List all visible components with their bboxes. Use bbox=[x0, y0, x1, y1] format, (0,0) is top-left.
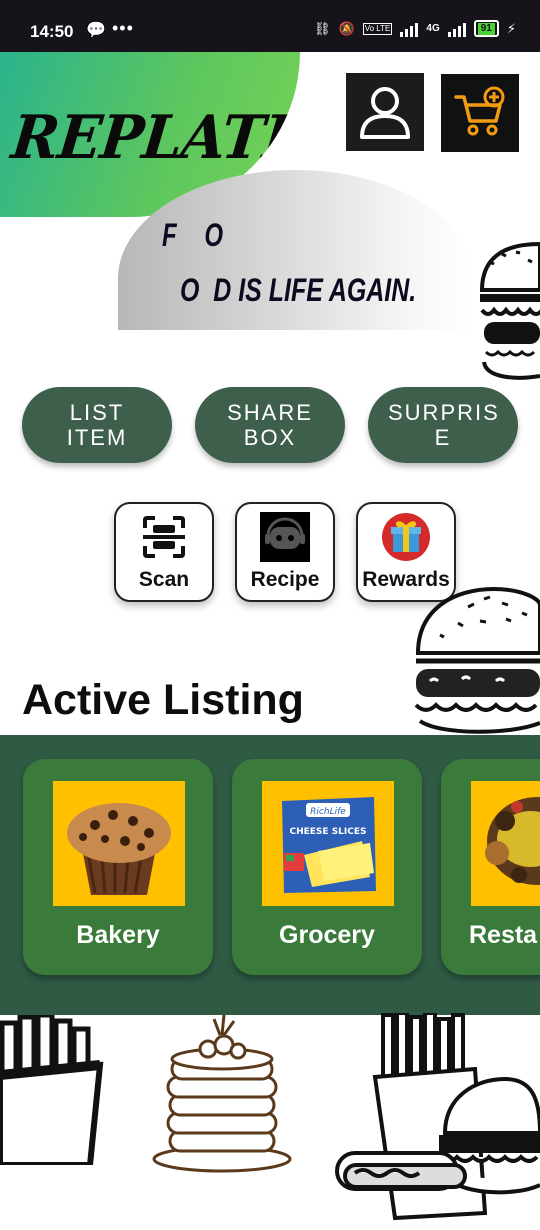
status-icons: ⛓ 🔕 Vo LTE 4G 91 ⚡ bbox=[314, 20, 516, 37]
restaurant-food-image bbox=[471, 781, 540, 906]
pancake-stack-doodle bbox=[152, 1014, 292, 1173]
recipe-label: Recipe bbox=[250, 568, 320, 591]
package-text: CHEESE SLICES bbox=[290, 827, 367, 837]
cheese-slices-image: RichLife CHEESE SLICES bbox=[262, 781, 394, 906]
package-brand: RichLife bbox=[310, 807, 346, 817]
more-notifications-icon: ••• bbox=[112, 18, 134, 38]
list-item-label: LIST ITEM bbox=[66, 400, 128, 450]
chatbot-icon bbox=[260, 512, 310, 562]
charging-icon: ⚡ bbox=[506, 20, 516, 36]
mute-icon: 🔕 bbox=[338, 20, 355, 36]
category-card-grocery[interactable]: RichLife CHEESE SLICES Grocery bbox=[232, 759, 422, 975]
battery-icon: 91 bbox=[473, 20, 499, 37]
status-bar: 14:50 💬 ••• ⛓ 🔕 Vo LTE 4G 91 ⚡ bbox=[0, 0, 540, 52]
fries-doodle bbox=[0, 1015, 104, 1165]
scan-label: Scan bbox=[138, 568, 190, 591]
category-card-bakery[interactable]: Bakery bbox=[23, 759, 213, 975]
burger-doodle bbox=[479, 241, 540, 380]
tagline-line1: F O bbox=[162, 217, 234, 253]
active-listing-carousel[interactable]: Bakery RichLife CHEESE SLICES Grocery Re… bbox=[0, 735, 540, 1015]
volte-icon: Vo LTE bbox=[362, 22, 393, 35]
network-type: 4G bbox=[426, 23, 440, 34]
burger-doodle-large bbox=[414, 586, 540, 734]
status-time: 14:50 bbox=[30, 22, 74, 41]
surprise-button[interactable]: SURPRIS E bbox=[368, 387, 518, 463]
link-icon: ⛓ bbox=[314, 20, 331, 36]
profile-button[interactable] bbox=[346, 73, 424, 151]
gift-icon bbox=[381, 512, 431, 562]
list-item-button[interactable]: LIST ITEM bbox=[22, 387, 172, 463]
battery-level: 91 bbox=[477, 22, 495, 35]
category-card-restaurant[interactable]: Resta bbox=[441, 759, 540, 975]
chat-bubble-icon: 💬 bbox=[86, 22, 106, 39]
signal-icon bbox=[400, 21, 419, 37]
user-icon bbox=[360, 87, 410, 139]
signal-icon-2 bbox=[447, 21, 466, 37]
cart-button[interactable] bbox=[441, 74, 519, 152]
recipe-tile[interactable]: Recipe bbox=[235, 502, 335, 602]
scan-tile[interactable]: Scan bbox=[114, 502, 214, 602]
category-label-grocery: Grocery bbox=[279, 921, 375, 949]
cart-add-icon bbox=[454, 86, 505, 136]
muffin-image bbox=[53, 781, 185, 906]
scan-icon bbox=[139, 512, 189, 562]
category-label-bakery: Bakery bbox=[76, 921, 160, 949]
brand-title: REPLATE bbox=[8, 102, 300, 173]
tagline-line2: O D IS LIFE AGAIN. bbox=[180, 272, 417, 308]
active-listing-title: Active Listing bbox=[22, 676, 304, 724]
share-box-label: SHARE BOX bbox=[227, 400, 313, 450]
burger-fries-hotdog-doodle bbox=[335, 1013, 540, 1221]
surprise-label: SURPRIS E bbox=[388, 400, 500, 450]
share-box-button[interactable]: SHARE BOX bbox=[195, 387, 345, 463]
category-label-restaurant: Resta bbox=[469, 921, 538, 949]
